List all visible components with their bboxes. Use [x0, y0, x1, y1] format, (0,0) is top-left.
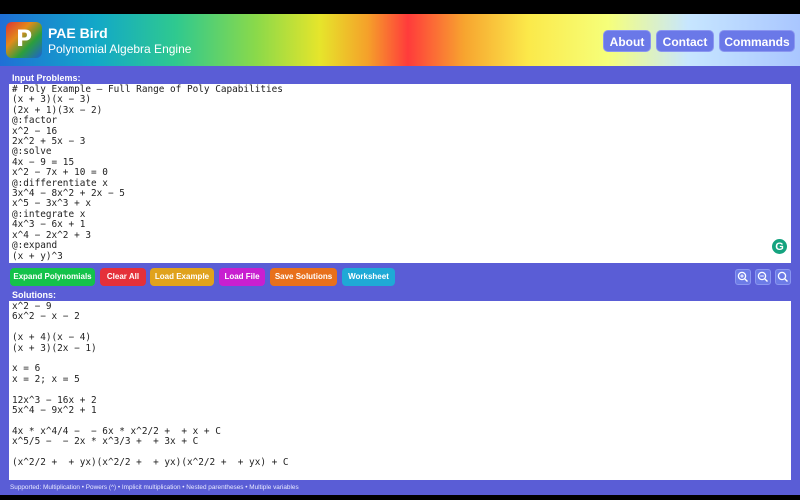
solution-line: 5x^4 − 9x^2 + 1 [12, 405, 97, 417]
solution-line: x^2 − 9 [12, 301, 52, 312]
input-line: 4x − 9 = 15 [12, 156, 75, 168]
input-line: @:factor [12, 115, 58, 127]
input-line: @:differentiate x [12, 177, 108, 189]
input-line: @:integrate x [12, 208, 86, 220]
solutions-output[interactable]: x^2 − 9 6x^2 − x − 2 (x + 4)(x − 4) (x + 3… [9, 301, 791, 480]
solution-line [12, 385, 788, 395]
input-line: @:solve [12, 146, 52, 158]
solution-line: (x + 3)(2x − 1) [12, 342, 97, 354]
app-logo: P [6, 22, 42, 58]
solution-line: x^5/5 − − 2x * x^3/3 + + 3x + C [12, 436, 199, 448]
about-button[interactable]: About [603, 30, 651, 52]
input-line: 3x^4 − 8x^2 + 2x − 5 [12, 188, 125, 200]
input-label: Input Problems: [12, 73, 81, 83]
input-line: # Poly Example — Full Range of Poly Capa… [12, 84, 283, 95]
top-black-strip [0, 0, 800, 14]
zoom-reset-icon [777, 271, 788, 282]
solution-line: 12x^3 − 16x + 2 [12, 394, 97, 406]
solution-line: x = 2; x = 5 [12, 373, 80, 385]
input-line: (x + 3)(x − 3) [12, 94, 92, 106]
zoom-out-button[interactable] [755, 269, 771, 285]
zoom-in-icon [737, 271, 748, 282]
zoom-in-button[interactable] [735, 269, 751, 285]
grammarly-icon[interactable]: G [771, 238, 788, 255]
input-textarea[interactable]: # Poly Example — Full Range of Poly Capa… [9, 84, 791, 263]
expand-polynomials-button[interactable]: Expand Polynomials [10, 268, 95, 286]
input-line: 4x^3 − 6x + 1 [12, 219, 86, 231]
commands-button[interactable]: Commands [719, 30, 795, 52]
input-line: (2x + 1)(3x − 2) [12, 104, 103, 116]
solution-line [12, 354, 788, 364]
input-line: @:expand [12, 240, 58, 252]
input-line: 2x^2 + 5x − 3 [12, 136, 86, 148]
input-line: (x + y)^3 [12, 250, 63, 262]
contact-button[interactable]: Contact [656, 30, 714, 52]
app-header: P PAE Bird Polynomial Algebra Engine Abo… [0, 14, 800, 66]
solution-line [12, 323, 788, 333]
load-file-button[interactable]: Load File [219, 268, 265, 286]
solutions-label: Solutions: [12, 290, 56, 300]
app-subtitle: Polynomial Algebra Engine [48, 42, 192, 56]
app-title: PAE Bird [48, 25, 108, 41]
input-line: x^4 − 2x^2 + 3 [12, 229, 92, 241]
worksheet-button[interactable]: Worksheet [342, 268, 395, 286]
clear-all-button[interactable]: Clear All [100, 268, 146, 286]
load-example-button[interactable]: Load Example [150, 268, 214, 286]
solution-line: (x + 4)(x − 4) [12, 332, 92, 344]
solution-line: x = 6 [12, 363, 41, 375]
bottom-black-strip [0, 495, 800, 500]
zoom-out-icon [757, 271, 768, 282]
solution-line: (x^2/2 + + yx)(x^2/2 + + yx)(x^2/2 + + y… [12, 457, 289, 469]
input-line: x^2 − 7x + 10 = 0 [12, 167, 108, 179]
zoom-reset-button[interactable] [775, 269, 791, 285]
input-line: x^5 − 3x^3 + x [12, 198, 92, 210]
input-line: x^2 − 16 [12, 125, 58, 137]
save-solutions-button[interactable]: Save Solutions [270, 268, 337, 286]
solution-line: 6x^2 − x − 2 [12, 311, 80, 323]
footer-supported-text: Supported: Multiplication • Powers (^) •… [0, 481, 800, 495]
